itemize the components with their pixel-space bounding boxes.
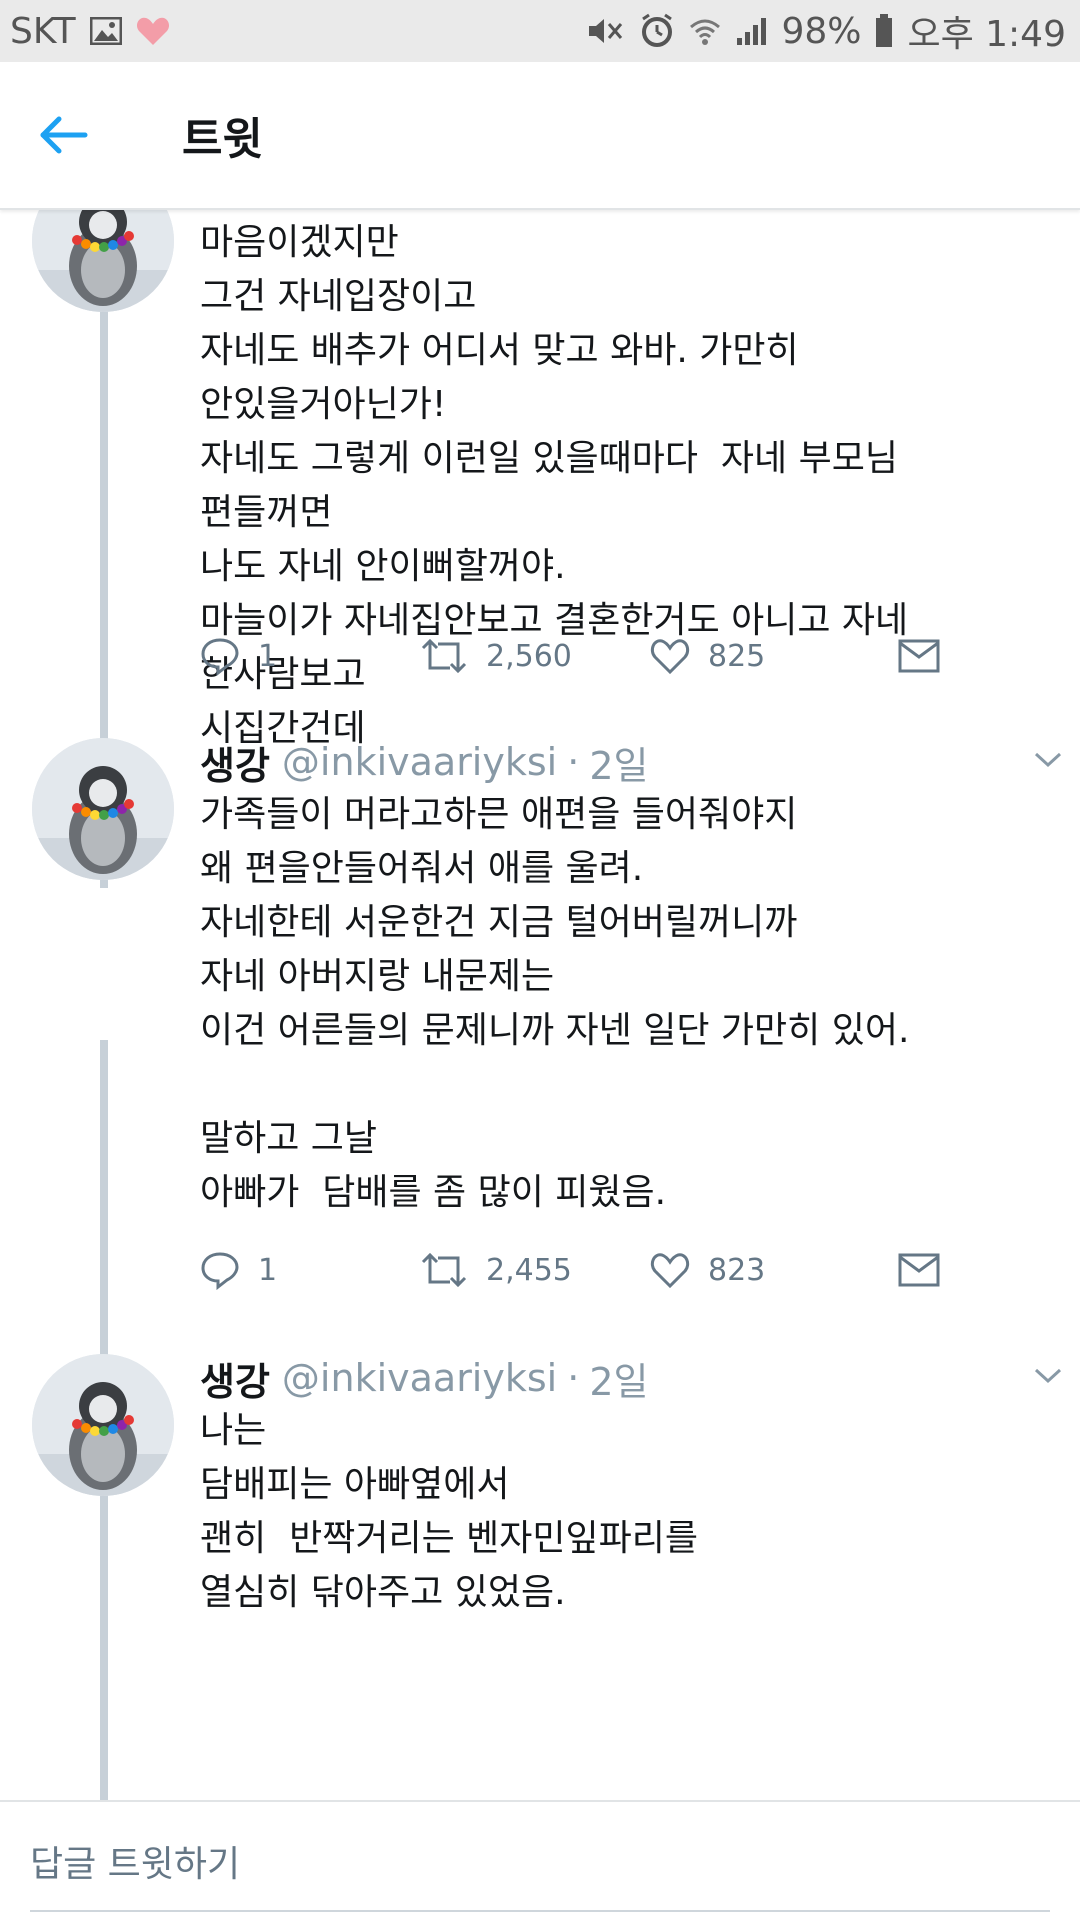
- clock: 오후 1:49: [907, 14, 1066, 55]
- status-left: SKT: [10, 11, 170, 52]
- reply-icon: [201, 1252, 239, 1290]
- chevron-down-icon: [1034, 752, 1062, 768]
- user-handle[interactable]: @inkivaariyksi: [282, 1356, 557, 1400]
- share-dm-button[interactable]: [898, 1253, 940, 1287]
- thread-line: [100, 1636, 108, 1800]
- like-button[interactable]: 823: [650, 1251, 880, 1289]
- penguin-avatar-icon: [32, 738, 174, 880]
- tweet-time: 2일: [589, 1359, 649, 1404]
- tweet-header: 생강 @inkivaariyksi · 2일: [200, 736, 1040, 788]
- retweet-icon: [421, 1252, 467, 1288]
- reply-input[interactable]: 답글 트윗하기: [30, 1835, 240, 1887]
- heart-outline-icon: [650, 639, 690, 675]
- status-bar: SKT 98% 오후 1:49: [0, 0, 1080, 62]
- like-button[interactable]: 825: [650, 637, 880, 675]
- alarm-icon: [639, 13, 675, 49]
- battery-icon: [875, 14, 893, 48]
- mute-icon: [587, 14, 625, 48]
- separator-dot: ·: [567, 1356, 580, 1400]
- tweet-time: 2일: [589, 743, 649, 788]
- share-dm-button[interactable]: [898, 639, 940, 673]
- heart-outline-icon: [650, 1253, 690, 1289]
- envelope-icon: [898, 1253, 940, 1287]
- chevron-down-icon: [1034, 1368, 1062, 1384]
- signal-icon: [735, 16, 767, 46]
- avatar[interactable]: [32, 738, 174, 880]
- avatar[interactable]: [32, 210, 174, 312]
- reply-composer[interactable]: 답글 트윗하기: [0, 1800, 1080, 1920]
- wifi-icon: [689, 15, 721, 47]
- retweet-icon: [421, 638, 467, 674]
- user-handle[interactable]: @inkivaariyksi: [282, 740, 557, 784]
- app-header: 트윗: [0, 62, 1080, 210]
- tweet-actions: 1 2,560 825: [200, 626, 940, 686]
- retweet-count: 2,455: [486, 1252, 572, 1288]
- gallery-icon: [89, 17, 122, 45]
- like-count: 823: [708, 1252, 766, 1288]
- page-title: 트윗: [182, 114, 263, 165]
- back-button[interactable]: [4, 61, 124, 209]
- tweet-text: 나는 담배피는 아빠옆에서 괜히 반짝거리는 벤자민잎파리를 열심히 닦아주고 …: [200, 1410, 699, 1613]
- tweet-header: 생강 @inkivaariyksi · 2일: [200, 1352, 1040, 1404]
- retweet-count: 2,560: [486, 638, 572, 674]
- reply-button[interactable]: 1: [200, 636, 420, 676]
- reply-icon: [201, 638, 239, 676]
- carrier-label: SKT: [10, 10, 76, 52]
- avatar[interactable]: [32, 1354, 174, 1496]
- like-count: 825: [708, 638, 766, 674]
- reply-count: 1: [258, 638, 278, 674]
- tweet-text: 가족들이 머라고하믄 애편을 들어줘야지 왜 편을안들어줘서 애를 울려. 자네…: [200, 794, 910, 1213]
- display-name[interactable]: 생강: [200, 735, 270, 790]
- tweet-thread[interactable]: 마음이겠지만 그건 자네입장이고 자네도 배추가 어디서 맞고 와바. 가만히 …: [0, 210, 1080, 1800]
- penguin-avatar-icon: [32, 1354, 174, 1496]
- reply-count: 1: [258, 1252, 278, 1288]
- reply-input-underline: [30, 1910, 1050, 1912]
- envelope-icon: [898, 639, 940, 673]
- heart-icon: [136, 16, 170, 46]
- tweet-actions: 1 2,455 823: [200, 1240, 940, 1300]
- reply-button[interactable]: 1: [200, 1250, 420, 1290]
- arrow-left-icon: [40, 116, 88, 154]
- tweet-menu-button[interactable]: [1028, 740, 1068, 780]
- display-name[interactable]: 생강: [200, 1351, 270, 1406]
- tweet-menu-button[interactable]: [1028, 1356, 1068, 1396]
- battery-percent: 98%: [781, 10, 862, 52]
- separator-dot: ·: [567, 740, 580, 784]
- status-right: 98% 오후 1:49: [587, 5, 1066, 57]
- penguin-avatar-icon: [32, 210, 174, 312]
- retweet-button[interactable]: 2,455: [420, 1252, 650, 1288]
- retweet-button[interactable]: 2,560: [420, 638, 650, 674]
